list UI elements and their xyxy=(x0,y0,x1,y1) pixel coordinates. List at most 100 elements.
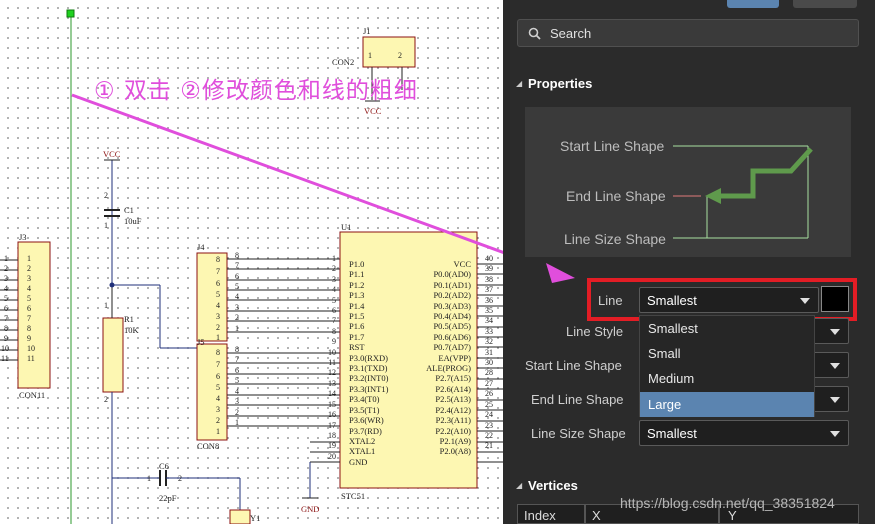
u1-pin-name: P3.6(WR) xyxy=(349,415,384,426)
panel-toggle-button[interactable] xyxy=(793,0,857,8)
collapse-triangle-icon[interactable]: ◢ xyxy=(516,481,522,490)
j4-wire-num: 1 xyxy=(235,324,239,333)
j3-pin-inner: 9 xyxy=(27,334,31,343)
u1-pin-name: P1.0 xyxy=(349,259,365,269)
u1-pin-name: P3.1(TXD) xyxy=(349,363,388,374)
u1-pin-name: XTAL2 xyxy=(349,435,376,446)
vertices-section-title[interactable]: Vertices xyxy=(528,478,578,493)
vcc-label: VCC xyxy=(103,149,121,159)
schematic-canvas[interactable]: ① 双击 ②修改颜色和线的粗细 J1 CON2 VCC 1 2 VCC 2 1 … xyxy=(0,0,503,524)
properties-section-title[interactable]: Properties xyxy=(528,76,592,91)
j5-pin: 8 xyxy=(216,348,220,357)
j5-pin: 3 xyxy=(216,405,220,414)
u1-pin-num: 19 xyxy=(328,441,336,451)
j5-wire-num: 5 xyxy=(235,376,239,385)
u1-pin-name: P0.7(AD7) xyxy=(433,342,471,353)
u1-pin-name: VCC xyxy=(453,259,471,269)
u1-pin-name: RST xyxy=(349,342,365,353)
u1-pin-num: 40 xyxy=(485,254,493,263)
u1-right-nums: 40 39 38 37 36 35 34 33 32 31 30 28 27 2… xyxy=(485,254,493,452)
c1-ref: C1 xyxy=(124,205,134,215)
option-smallest[interactable]: Smallest xyxy=(640,316,814,341)
panel-toggle-button[interactable] xyxy=(727,0,779,8)
j3-pin-inner: 7 xyxy=(27,314,31,323)
u1-pin-name: P2.5(A13) xyxy=(435,394,471,405)
line-size-shape-dropdown[interactable]: Smallest xyxy=(639,420,849,446)
u1-pin-num: 10 xyxy=(328,347,336,357)
u1-pin-name: P0.2(AD2) xyxy=(433,290,471,301)
j4-ref: J4 xyxy=(197,242,205,252)
u1-pin-num: 38 xyxy=(485,274,493,284)
j4-pin: 6 xyxy=(216,279,220,288)
option-medium[interactable]: Medium xyxy=(640,366,814,391)
u1-ref: U1 xyxy=(341,222,352,232)
line-size-shape-label: Line Size Shape xyxy=(531,426,626,441)
u1-pin-num: 36 xyxy=(485,295,493,305)
c6-pin1: 1 xyxy=(147,474,151,483)
chevron-down-icon xyxy=(830,397,840,403)
u1-pin-num: 26 xyxy=(485,389,493,399)
u1-pin-num: 3 xyxy=(332,274,336,284)
j3-pin-inner: 3 xyxy=(27,274,31,283)
collapse-triangle-icon[interactable]: ◢ xyxy=(516,79,522,88)
j4-wire-num: 6 xyxy=(235,272,239,281)
u1-name: STC51 xyxy=(341,491,366,501)
u1-pin-num: 17 xyxy=(328,420,336,430)
u1-pin-name: ALE(PROG) xyxy=(426,363,471,374)
j4-wire-num: 5 xyxy=(235,282,239,291)
search-input[interactable]: Search xyxy=(517,19,859,47)
u1-pin-num: 7 xyxy=(332,316,336,326)
u1-pin-num: 21 xyxy=(485,441,493,451)
j3-pin-inner: 8 xyxy=(27,324,31,333)
u1-pin-num: 22 xyxy=(485,430,493,440)
j4-pin: 1 xyxy=(216,333,220,342)
j4-pin: 8 xyxy=(216,255,220,264)
j3-pin-num: 2 xyxy=(4,264,8,273)
u1-pin-num: 34 xyxy=(485,316,493,326)
j1-pin1: 1 xyxy=(368,51,372,60)
j4-pin: 4 xyxy=(216,301,220,310)
line-style-label: Line Style xyxy=(566,324,624,339)
r1-pin2: 2 xyxy=(104,395,108,404)
preview-graphic xyxy=(673,145,813,239)
u1-pin-name: EA(VPP) xyxy=(438,352,471,363)
u1-pin-num: 25 xyxy=(485,399,493,409)
annotation-arrowhead xyxy=(546,263,575,283)
j4-wire-num: 7 xyxy=(235,261,239,270)
u1-pin-num: 28 xyxy=(485,368,493,378)
option-large[interactable]: Large xyxy=(640,392,814,417)
option-small[interactable]: Small xyxy=(640,341,814,366)
u1-pin-name: P1.6 xyxy=(349,321,365,332)
j1-net: VCC xyxy=(364,106,382,116)
j3-pin-num: 6 xyxy=(4,304,8,313)
j3-pin-num: 3 xyxy=(4,274,8,283)
j4-pin: 2 xyxy=(216,323,220,332)
u1-pin-name: P3.5(T1) xyxy=(349,404,380,415)
j5-pin: 7 xyxy=(216,360,220,369)
u1-pin-num: 33 xyxy=(485,326,493,336)
u1-pin-num: 39 xyxy=(485,264,493,274)
j5-pin: 6 xyxy=(216,372,220,381)
u1-pin-name: P0.4(AD4) xyxy=(433,311,471,322)
vertices-col-index[interactable]: Index xyxy=(517,504,585,524)
u1-pin-name: P1.1 xyxy=(349,269,365,280)
u1-pin-num: 1 xyxy=(332,254,336,263)
j5-wire-num: 6 xyxy=(235,366,239,375)
annotation-text: ① 双击 ②修改颜色和线的粗细 xyxy=(94,78,418,104)
j3-pin-inner: 5 xyxy=(27,294,31,303)
chevron-down-icon xyxy=(830,363,840,369)
j4-pin: 5 xyxy=(216,290,220,299)
u1-pin-num: 12 xyxy=(328,368,336,378)
j5-wire-num: 1 xyxy=(235,418,239,427)
j4-wire-num: 4 xyxy=(235,292,239,301)
j5-pin: 5 xyxy=(216,383,220,392)
c1-pin2: 2 xyxy=(104,191,108,200)
u1-pin-name: P1.5 xyxy=(349,311,365,322)
j3-pin-num: 1 xyxy=(4,254,8,263)
u1-pin-name: P2.3(A11) xyxy=(435,415,471,426)
u1-pin-name: P3.3(INT1) xyxy=(349,383,389,394)
search-placeholder: Search xyxy=(550,26,592,41)
j1-pin2: 2 xyxy=(398,51,402,60)
search-icon xyxy=(528,27,541,40)
j4-wire-num: 2 xyxy=(235,313,239,322)
